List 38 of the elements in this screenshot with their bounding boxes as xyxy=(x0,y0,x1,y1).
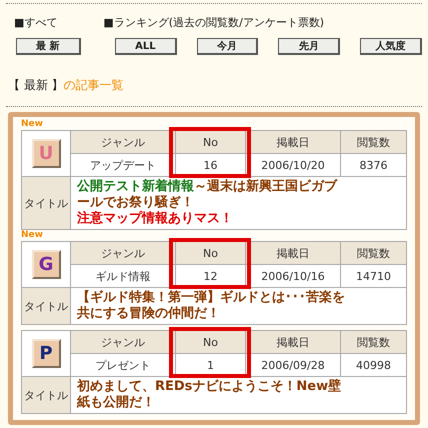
header-cell: 閲覧数 xyxy=(340,242,406,265)
filter-button[interactable]: 今月 xyxy=(196,38,258,55)
header-cell: ジャンル xyxy=(70,331,175,354)
category-letter: P xyxy=(39,343,53,364)
title-label: タイトル xyxy=(22,288,70,324)
table-cell: 40998 xyxy=(340,354,406,377)
table-cell: 14710 xyxy=(340,265,406,288)
filter-label: ■ランキング(過去の閲覧数/アンケート票数) xyxy=(103,15,324,30)
category-letter: U xyxy=(38,143,54,164)
article-title[interactable]: 初めまして、REDsナビにようこそ！New壁紙も公開だ！ xyxy=(77,379,349,411)
filter-button[interactable]: ALL xyxy=(114,38,177,55)
header-cell: No xyxy=(175,331,245,354)
table-cell: 2006/10/20 xyxy=(245,154,340,177)
article-title[interactable]: 【ギルド特集！第一弾】ギルドとは･･･苦楽を共にする冒険の仲間だ！ xyxy=(77,290,349,322)
filter-button[interactable]: 人気度 xyxy=(360,38,422,55)
header-cell: 閲覧数 xyxy=(340,131,406,154)
header-cell: ジャンル xyxy=(70,131,175,154)
list-heading: 【 最新 】の記事一覧 xyxy=(8,78,124,92)
new-label: New xyxy=(21,119,43,129)
header-cell: 掲載日 xyxy=(245,331,340,354)
header-cell: 閲覧数 xyxy=(340,331,406,354)
table-cell: 2006/10/16 xyxy=(245,265,340,288)
filter-button[interactable]: 先月 xyxy=(278,38,340,55)
header-cell: ジャンル xyxy=(70,242,175,265)
article-title[interactable]: 注意マップ情報ありマス！ xyxy=(77,211,349,227)
table-cell: 8376 xyxy=(340,154,406,177)
header-cell: No xyxy=(175,242,245,265)
title-label: タイトル xyxy=(22,377,70,413)
article-title[interactable]: 公開テスト新着情報～週末は新興王国ビガブールでお祭り騒ぎ！ xyxy=(77,179,349,211)
filter-label: ■すべて xyxy=(14,15,58,30)
table-cell: 2006/09/28 xyxy=(245,354,340,377)
header-cell: No xyxy=(175,131,245,154)
title-label: タイトル xyxy=(22,177,70,229)
new-label: New xyxy=(21,230,43,240)
header-cell: 掲載日 xyxy=(245,131,340,154)
category-letter: G xyxy=(38,254,54,275)
filter-button[interactable]: 最 新 xyxy=(16,38,81,55)
header-cell: 掲載日 xyxy=(245,242,340,265)
